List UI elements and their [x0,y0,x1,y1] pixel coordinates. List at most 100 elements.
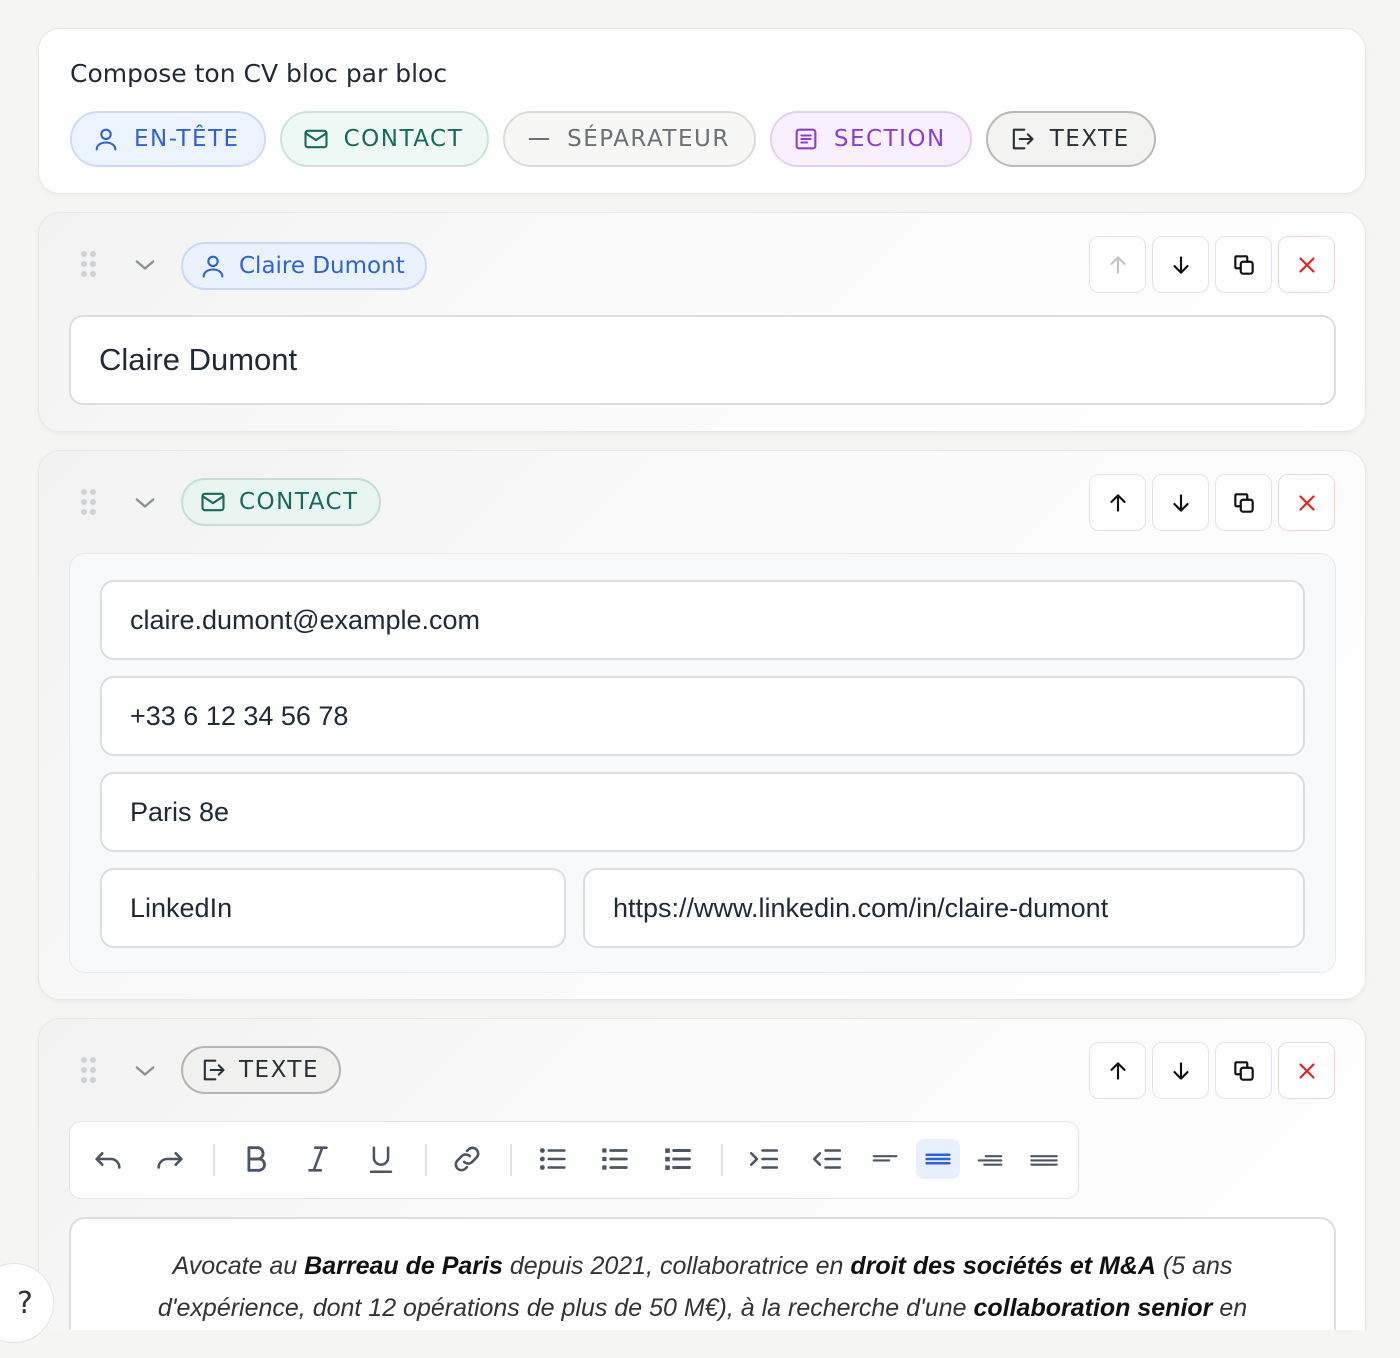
align-right-icon [977,1155,1003,1166]
checklist-button[interactable] [656,1139,700,1179]
redo-icon [157,1152,183,1169]
name-input-value: Claire Dumont [99,342,298,377]
arrow-down-icon [1172,493,1189,512]
align-left-button[interactable] [863,1139,907,1179]
close-icon [1298,256,1315,273]
chip-label: TEXTE [1049,126,1130,152]
viewport-edge [0,1330,1400,1358]
move-down-button[interactable] [1152,1042,1209,1099]
align-justify-icon [1030,1155,1058,1166]
add-text-chip[interactable]: TEXTE [985,111,1156,167]
chevron-down-icon[interactable] [131,489,159,517]
arrow-down-icon [1172,1061,1189,1080]
numbered-list-button[interactable] [593,1139,637,1179]
arrow-up-icon [1109,1061,1126,1080]
bold-button[interactable] [234,1139,278,1179]
drag-handle-icon[interactable] [81,251,97,279]
contact-fields-panel: claire.dumont@example.com +33 6 12 34 56… [69,553,1336,973]
block-type-tag: CONTACT [181,478,381,526]
link-button[interactable] [445,1139,489,1179]
copy-icon [1233,254,1254,275]
duplicate-button[interactable] [1215,1042,1272,1099]
indent-button[interactable] [742,1139,786,1179]
copy-icon [1233,492,1254,513]
contact-block: CONTACT claire.dumont@example.com +33 6 … [38,450,1366,1000]
numbered-list-icon [602,1148,628,1170]
tag-label: CONTACT [239,489,359,515]
chip-label: CONTACT [343,126,464,152]
toolbar-divider [721,1144,723,1176]
redo-button[interactable] [148,1139,192,1179]
align-left-icon [872,1155,898,1162]
add-separator-chip[interactable]: SÉPARATEUR [503,111,756,167]
name-input[interactable]: Claire Dumont [69,315,1336,405]
move-down-button[interactable] [1152,236,1209,293]
editor-toolbar [69,1121,1079,1199]
add-contact-chip[interactable]: CONTACT [279,111,490,167]
chip-label: SÉPARATEUR [567,126,730,152]
move-up-button[interactable] [1089,236,1146,293]
duplicate-button[interactable] [1215,474,1272,531]
link-url-value: https://www.linkedin.com/in/claire-dumon… [613,892,1109,923]
arrow-up-icon [1109,255,1126,274]
delete-button[interactable] [1278,474,1335,531]
underline-button[interactable] [359,1139,403,1179]
help-label: ? [17,1285,33,1321]
composer-title: Compose ton CV bloc par bloc [70,59,448,88]
align-right-button[interactable] [968,1139,1012,1179]
block-actions [1089,474,1335,531]
block-type-tag: Claire Dumont [181,242,427,290]
user-icon [95,128,117,151]
chevron-down-icon[interactable] [131,1057,159,1085]
text-segment: depuis 2021, collaboratrice en [502,1252,851,1280]
indent-icon [749,1149,779,1169]
chip-label: SECTION [833,126,946,152]
italic-button[interactable] [296,1139,340,1179]
delete-button[interactable] [1278,236,1335,293]
outdent-icon [812,1149,842,1169]
bullet-list-icon [539,1148,566,1170]
arrow-down-icon [1172,255,1189,274]
text-segment: Avocate au [172,1252,305,1280]
link-label-field[interactable]: LinkedIn [100,868,566,948]
link-icon [454,1146,480,1172]
move-up-button[interactable] [1089,474,1146,531]
add-header-chip[interactable]: EN-TÊTE [70,111,266,167]
location-field[interactable]: Paris 8e [100,772,1305,852]
email-field[interactable]: claire.dumont@example.com [100,580,1305,660]
export-icon [1012,128,1034,150]
close-icon [1298,494,1315,511]
undo-icon [95,1152,121,1169]
composer-card: Compose ton CV bloc par bloc EN-TÊTE CON… [38,28,1366,194]
arrow-up-icon [1109,493,1126,512]
export-icon [203,1059,225,1081]
text-segment: en [1212,1294,1248,1322]
bullet-list-button[interactable] [531,1139,575,1179]
duplicate-button[interactable] [1215,236,1272,293]
chevron-down-icon[interactable] [131,251,159,279]
add-section-chip[interactable]: SECTION [769,111,972,167]
align-justify-button[interactable] [1022,1139,1066,1179]
outdent-button[interactable] [805,1139,849,1179]
toolbar-divider [213,1144,215,1176]
mail-icon [201,492,225,512]
bold-text-segment: Barreau de Paris [304,1252,503,1280]
undo-button[interactable] [86,1139,130,1179]
link-label-value: LinkedIn [130,892,233,923]
link-url-field[interactable]: https://www.linkedin.com/in/claire-dumon… [583,868,1305,948]
tag-label: TEXTE [239,1057,320,1083]
phone-field[interactable]: +33 6 12 34 56 78 [100,676,1305,756]
align-center-button[interactable] [916,1139,960,1179]
delete-button[interactable] [1278,1042,1335,1099]
drag-handle-icon[interactable] [81,489,97,517]
toolbar-divider [425,1144,427,1176]
bold-text-segment: droit des sociétés et M&A [850,1252,1156,1280]
move-down-button[interactable] [1152,474,1209,531]
move-up-button[interactable] [1089,1042,1146,1099]
drag-handle-icon[interactable] [81,1057,97,1085]
block-actions [1089,236,1335,293]
text-block: TEXTE Avocate au Barreau de Paris depuis… [38,1018,1366,1358]
underline-icon [369,1146,393,1174]
close-icon [1298,1062,1315,1079]
email-field-value: claire.dumont@example.com [130,604,481,635]
